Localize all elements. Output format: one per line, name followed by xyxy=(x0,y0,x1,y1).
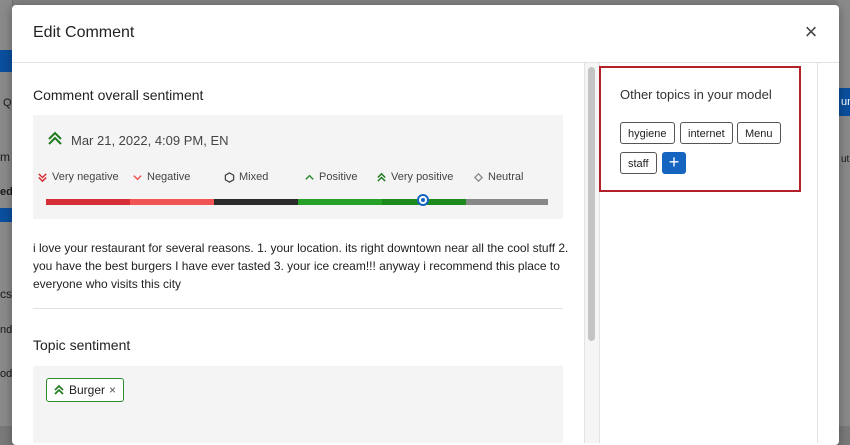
background-fragment: un xyxy=(841,96,850,108)
background-fragment: ut xyxy=(841,154,850,165)
sentiment-slider[interactable] xyxy=(46,194,548,206)
topic-tag-staff[interactable]: staff xyxy=(620,152,657,174)
bar-segment-very-negative xyxy=(46,199,130,205)
bar-segment-mixed xyxy=(214,199,298,205)
other-topics-pane: Other topics in your model hygiene inter… xyxy=(599,63,819,443)
sentiment-slider-handle[interactable] xyxy=(417,194,429,206)
bar-segment-neutral xyxy=(466,199,548,205)
modal-title: Edit Comment xyxy=(33,24,135,41)
legend-mixed[interactable]: Mixed xyxy=(224,171,268,183)
bar-segment-negative xyxy=(130,199,214,205)
very-positive-icon xyxy=(47,130,63,151)
topic-tag-hygiene[interactable]: hygiene xyxy=(620,122,675,144)
background-fragment: od xyxy=(0,368,13,380)
double-chevron-down-icon xyxy=(38,172,47,182)
topic-chip-burger[interactable]: Burger × xyxy=(46,378,125,402)
legend-label: Mixed xyxy=(239,171,269,183)
legend-very-negative[interactable]: Very negative xyxy=(37,171,119,183)
add-topic-button[interactable]: + xyxy=(662,152,686,174)
legend-label: Very positive xyxy=(391,171,454,183)
topic-tag-internet[interactable]: internet xyxy=(680,122,733,144)
hexagon-icon xyxy=(224,171,235,183)
legend-label: Negative xyxy=(147,171,191,183)
legend-label: Positive xyxy=(319,171,358,183)
background-fragment: cs xyxy=(0,287,12,301)
scrollbar-thumb[interactable] xyxy=(588,67,595,341)
chevron-up-icon xyxy=(305,174,314,180)
background-selected-row xyxy=(0,208,12,222)
very-positive-icon xyxy=(54,384,64,395)
edit-comment-modal: Edit Comment × Comment overall sentiment… xyxy=(12,5,839,445)
legend-very-positive[interactable]: Very positive xyxy=(376,171,453,183)
left-pane-scrollbar[interactable] xyxy=(584,63,600,443)
topic-sentiment-card: Burger × xyxy=(33,366,563,443)
overall-sentiment-card: Mar 21, 2022, 4:09 PM, EN Very negative … xyxy=(33,115,563,219)
topic-sentiment-title: Topic sentiment xyxy=(33,337,131,353)
double-chevron-up-icon xyxy=(377,172,386,182)
plus-icon: + xyxy=(668,152,680,172)
close-button[interactable]: × xyxy=(801,19,821,44)
sentiment-date-row: Mar 21, 2022, 4:09 PM, EN xyxy=(47,130,229,151)
background-fragment: Q xyxy=(3,97,12,109)
section-divider xyxy=(33,308,563,309)
legend-neutral[interactable]: Neutral xyxy=(473,171,523,183)
overall-sentiment-title: Comment overall sentiment xyxy=(33,87,204,103)
background-right-panel xyxy=(838,0,850,426)
legend-label: Neutral xyxy=(488,171,524,183)
topic-tag-menu[interactable]: Menu xyxy=(737,122,781,144)
chevron-down-icon xyxy=(133,174,142,180)
close-icon: × xyxy=(804,19,818,44)
sentiment-legend: Very negative Negative Mixed Positive Ve… xyxy=(37,171,557,185)
background-fragment: nd xyxy=(0,324,13,336)
bar-segment-positive xyxy=(298,199,382,205)
background-fragment: m xyxy=(0,150,10,164)
background-fragment: ed xyxy=(0,186,13,198)
legend-label: Very negative xyxy=(52,171,119,183)
comment-text: i love your restaurant for several reaso… xyxy=(33,241,569,291)
comment-date: Mar 21, 2022, 4:09 PM, EN xyxy=(71,133,229,148)
diamond-icon xyxy=(473,172,484,182)
right-pane-divider xyxy=(817,63,818,443)
topic-chip-label: Burger xyxy=(69,383,106,397)
comment-details-pane: Comment overall sentiment Mar 21, 2022, … xyxy=(12,63,584,443)
legend-positive[interactable]: Positive xyxy=(304,171,358,183)
other-topics-title: Other topics in your model xyxy=(620,87,772,102)
remove-topic-icon[interactable]: × xyxy=(109,383,116,397)
legend-negative[interactable]: Negative xyxy=(132,171,190,183)
